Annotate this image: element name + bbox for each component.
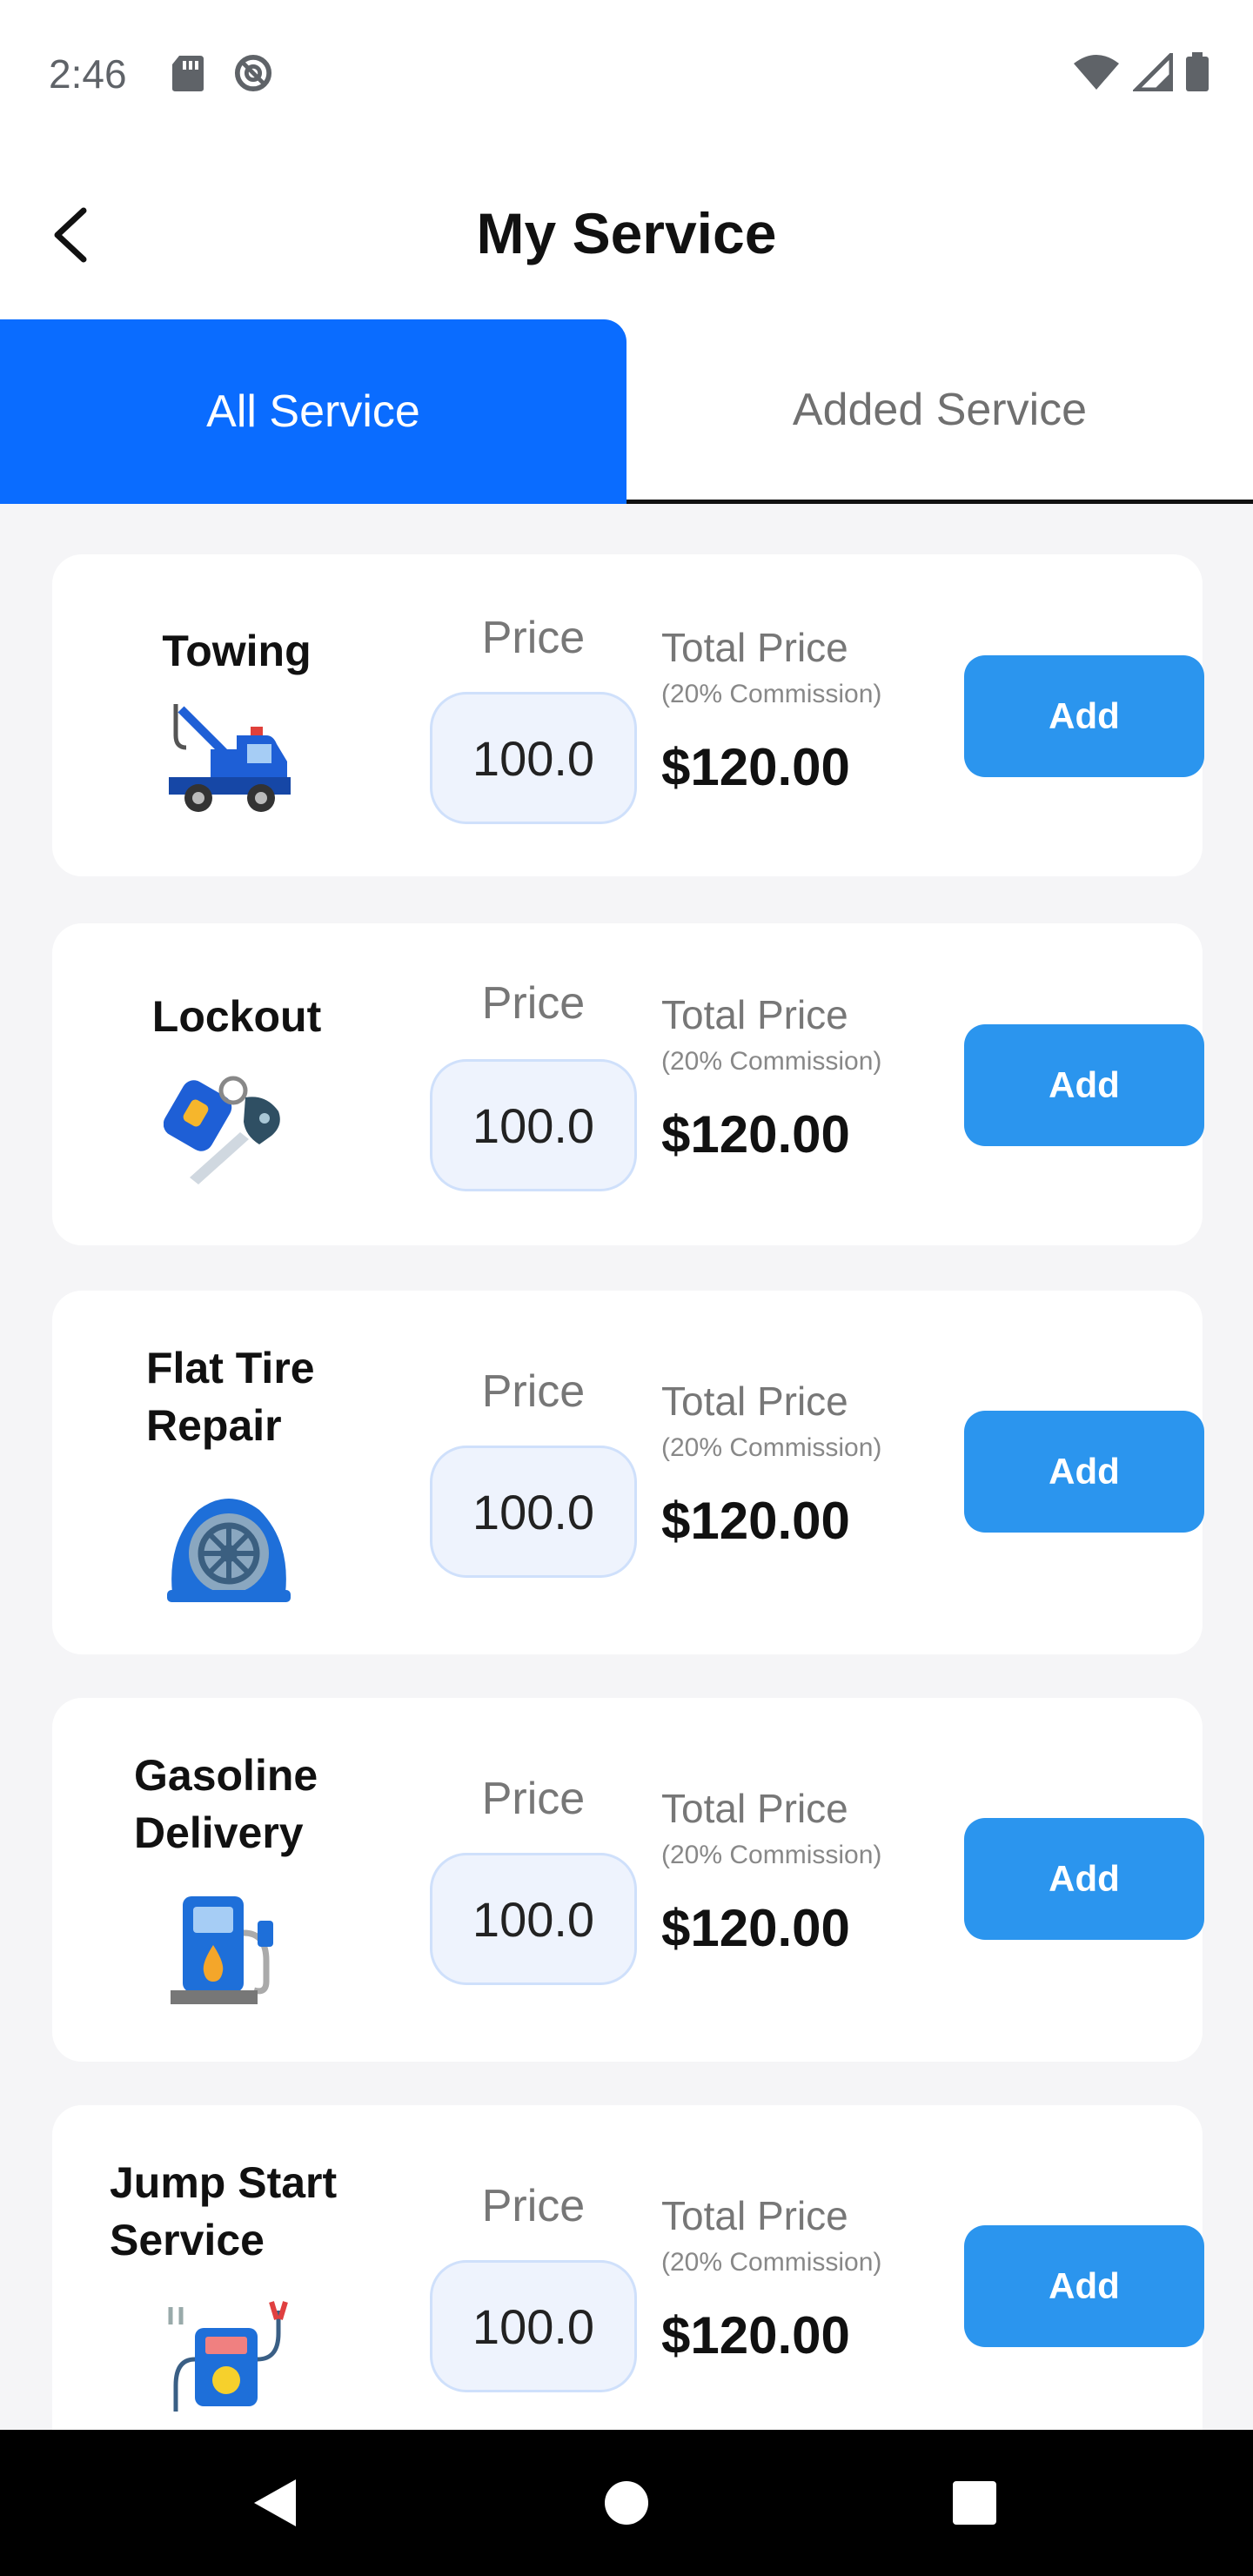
nav-home-button[interactable]	[592, 2468, 661, 2538]
service-name: Gasoline Delivery	[134, 1751, 318, 1857]
price-label: Price	[481, 1774, 586, 1824]
nav-recents-button[interactable]	[940, 2468, 1009, 2538]
tab-added-service[interactable]: Added Service	[626, 319, 1253, 504]
page-title: My Service	[476, 201, 777, 265]
service-card-gasoline-delivery: Gasoline Delivery Price Total Price (20%…	[52, 1698, 1204, 2062]
total-price-label: Total Price	[661, 625, 848, 670]
signal-icon	[1133, 53, 1173, 91]
add-button[interactable]: Add	[964, 2225, 1204, 2347]
add-button[interactable]: Add	[964, 1411, 1204, 1533]
price-label: Price	[481, 613, 586, 663]
do-not-disturb-icon	[234, 54, 272, 92]
system-nav-bar	[0, 2430, 1253, 2576]
jump-starter-icon	[168, 2301, 288, 2412]
wifi-icon	[1074, 55, 1119, 90]
add-button[interactable]: Add	[964, 1818, 1204, 1940]
add-button[interactable]: Add	[964, 655, 1204, 777]
sd-card-icon	[172, 56, 204, 91]
service-card-jump-start-service: Jump Start Service Price Total Price (20…	[52, 2105, 1204, 2430]
service-card-flat-tire-repair: Flat Tire Repair Price Total Price (20% …	[52, 1291, 1204, 1654]
total-price-label: Total Price	[661, 2193, 848, 2238]
total-price-value: $120.00	[661, 1105, 850, 1164]
status-icons	[1072, 52, 1209, 92]
commission-note: (20% Commission)	[661, 2248, 882, 2277]
total-price-label: Total Price	[661, 992, 848, 1037]
tab-all-service[interactable]: All Service	[0, 319, 626, 504]
recents-square-icon	[953, 2481, 996, 2525]
price-input[interactable]	[430, 1853, 637, 1985]
tire-icon	[167, 1499, 291, 1602]
price-label: Price	[481, 1366, 586, 1417]
battery-icon	[1186, 52, 1209, 91]
service-card-lockout: Lockout Price Total Price (20% Commissio…	[52, 923, 1204, 1245]
price-label: Price	[481, 978, 586, 1029]
total-price-value: $120.00	[661, 738, 850, 796]
back-triangle-icon	[254, 2479, 296, 2526]
service-card-towing: Towing Price Total Price (20% Commission…	[52, 554, 1204, 876]
price-label: Price	[481, 2181, 586, 2231]
service-name: Lockout	[151, 992, 322, 1041]
service-tabs: All Service Added Service	[0, 319, 1253, 504]
add-button[interactable]: Add	[964, 1024, 1204, 1146]
service-name: Towing	[162, 627, 312, 675]
home-circle-icon	[605, 2481, 648, 2525]
total-price-value: $120.00	[661, 2306, 850, 2365]
total-price-label: Total Price	[661, 1379, 848, 1424]
app-header: My Service	[0, 148, 1253, 319]
total-price-value: $120.00	[661, 1899, 850, 1957]
commission-note: (20% Commission)	[661, 1433, 882, 1462]
nav-back-button[interactable]	[240, 2468, 310, 2538]
status-time: 2:46	[49, 51, 127, 97]
service-name: Flat Tire Repair	[146, 1344, 315, 1450]
total-price-label: Total Price	[661, 1786, 848, 1831]
price-input[interactable]	[430, 1446, 637, 1578]
price-input[interactable]	[430, 1059, 637, 1191]
fuel-pump-icon	[171, 1896, 273, 2004]
service-list: Towing Price Total Price (20% Commission…	[0, 504, 1253, 2430]
price-input[interactable]	[430, 2260, 637, 2392]
commission-note: (20% Commission)	[661, 1047, 882, 1076]
car-keys-icon	[164, 1076, 280, 1184]
total-price-value: $120.00	[661, 1492, 850, 1550]
service-name: Jump Start Service	[110, 2158, 338, 2264]
commission-note: (20% Commission)	[661, 680, 882, 708]
status-bar: 2:46	[0, 0, 1253, 148]
price-input[interactable]	[430, 692, 637, 824]
commission-note: (20% Commission)	[661, 1841, 882, 1869]
tow-truck-icon	[169, 704, 291, 812]
